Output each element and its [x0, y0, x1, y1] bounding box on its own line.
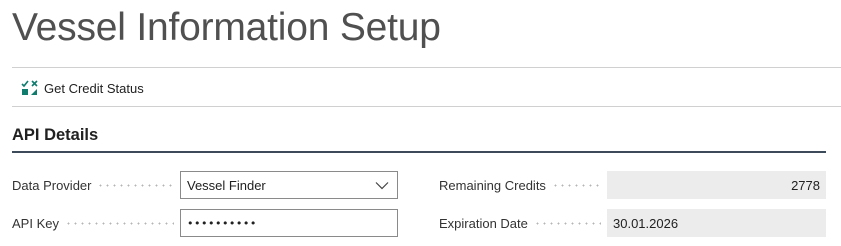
- section-underline: [12, 151, 826, 153]
- leader-dots: [551, 183, 601, 187]
- remaining-credits-label: Remaining Credits: [439, 177, 546, 193]
- header-divider: [12, 67, 841, 68]
- api-key-row: API Key ••••••••••: [12, 209, 398, 237]
- leader-dots: [97, 183, 174, 187]
- data-provider-value: Vessel Finder: [187, 177, 266, 193]
- expiration-date-value: 30.01.2026: [607, 209, 826, 237]
- credit-status-icon: [21, 79, 39, 97]
- api-key-masked-value: ••••••••••: [187, 216, 257, 230]
- api-key-field[interactable]: ••••••••••: [180, 209, 398, 237]
- expiration-date-label: Expiration Date: [439, 215, 528, 231]
- get-credit-status-button[interactable]: Get Credit Status: [12, 74, 144, 102]
- action-bar: Get Credit Status: [12, 70, 144, 106]
- data-provider-row: Data Provider Vessel Finder: [12, 171, 398, 199]
- remaining-credits-row: Remaining Credits 2778: [439, 171, 826, 199]
- page-title: Vessel Information Setup: [12, 6, 441, 49]
- leader-dots: [64, 221, 174, 225]
- data-provider-label: Data Provider: [12, 177, 92, 193]
- action-bar-divider: [12, 106, 841, 107]
- chevron-down-icon: [375, 178, 389, 193]
- section-title-api-details: API Details: [12, 126, 99, 144]
- remaining-credits-value: 2778: [607, 171, 826, 199]
- data-provider-select[interactable]: Vessel Finder: [180, 171, 398, 199]
- leader-dots: [533, 221, 601, 225]
- api-key-label: API Key: [12, 215, 59, 231]
- expiration-date-row: Expiration Date 30.01.2026: [439, 209, 826, 237]
- get-credit-status-label: Get Credit Status: [44, 80, 144, 96]
